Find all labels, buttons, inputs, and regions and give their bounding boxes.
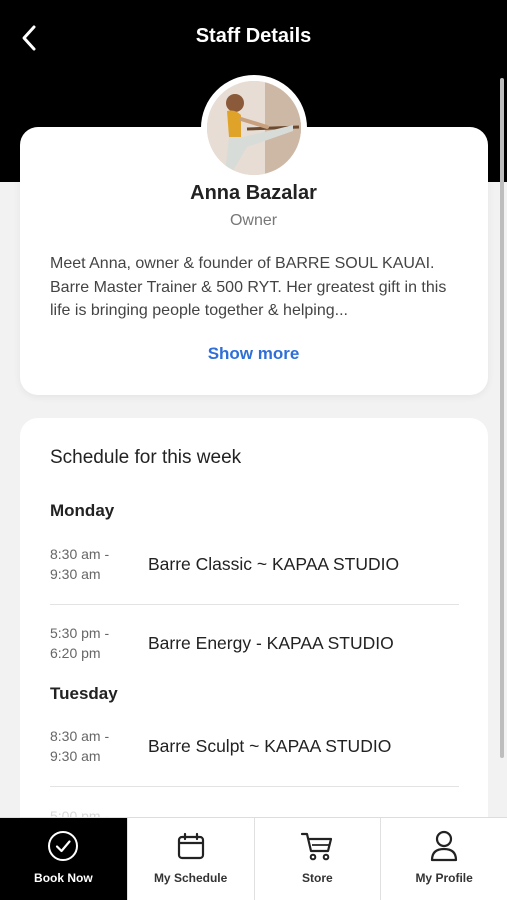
staff-bio: Meet Anna, owner & founder of BARRE SOUL… xyxy=(50,255,447,319)
staff-role: Owner xyxy=(229,212,278,229)
nav-item-store[interactable]: Store xyxy=(253,818,381,900)
schedule-slot[interactable]: 8:30 am - 9:30 am Barre Sculpt ~ KAPAA S… xyxy=(50,726,458,786)
slot-class-name: Barre Sculpt ~ KAPAA STUDIO xyxy=(148,736,392,756)
nav-label: Store xyxy=(302,871,333,885)
nav-item-book-now[interactable]: Book Now xyxy=(0,818,127,900)
slot-class-name: Barre Classic ~ KAPAA STUDIO xyxy=(148,554,400,574)
avatar xyxy=(201,75,307,181)
staff-name: Anna Bazalar xyxy=(190,182,317,204)
staff-photo xyxy=(207,81,301,175)
day-heading-monday: Monday xyxy=(50,501,115,520)
check-circle-icon xyxy=(46,829,80,863)
schedule-title: Schedule for this week xyxy=(50,447,242,468)
calendar-icon xyxy=(174,829,208,863)
schedule-slot[interactable]: 8:30 am - 9:30 am Barre Classic ~ KAPAA … xyxy=(50,544,458,604)
slot-time: 8:30 am - 9:30 am xyxy=(50,728,110,764)
schedule-card: Schedule for this week Monday 8:30 am - … xyxy=(20,418,488,838)
nav-label: Book Now xyxy=(34,871,93,885)
schedule-slot[interactable]: 5:30 pm - 6:20 pm Barre Energy - KAPAA S… xyxy=(50,623,458,683)
nav-item-my-schedule[interactable]: My Schedule xyxy=(126,818,254,900)
nav-item-my-profile[interactable]: My Profile xyxy=(380,818,507,900)
divider xyxy=(50,604,459,605)
day-heading-tuesday: Tuesday xyxy=(50,684,118,703)
slot-time: 5:30 pm - 6:20 pm xyxy=(50,625,110,661)
bottom-nav: Book Now My Schedule Store My Profile xyxy=(0,817,507,900)
page-title: Staff Details xyxy=(195,25,312,47)
cart-icon xyxy=(300,829,334,863)
app-header: Staff Details xyxy=(0,0,507,75)
slot-class-name: Barre Energy - KAPAA STUDIO xyxy=(148,633,394,653)
nav-label: My Schedule xyxy=(153,871,228,885)
nav-label: My Profile xyxy=(415,871,473,885)
scrollbar[interactable] xyxy=(500,78,504,758)
divider xyxy=(50,786,459,787)
show-more-link[interactable]: Show more xyxy=(0,344,507,364)
user-icon xyxy=(427,829,461,863)
slot-time: 8:30 am - 9:30 am xyxy=(50,546,110,582)
